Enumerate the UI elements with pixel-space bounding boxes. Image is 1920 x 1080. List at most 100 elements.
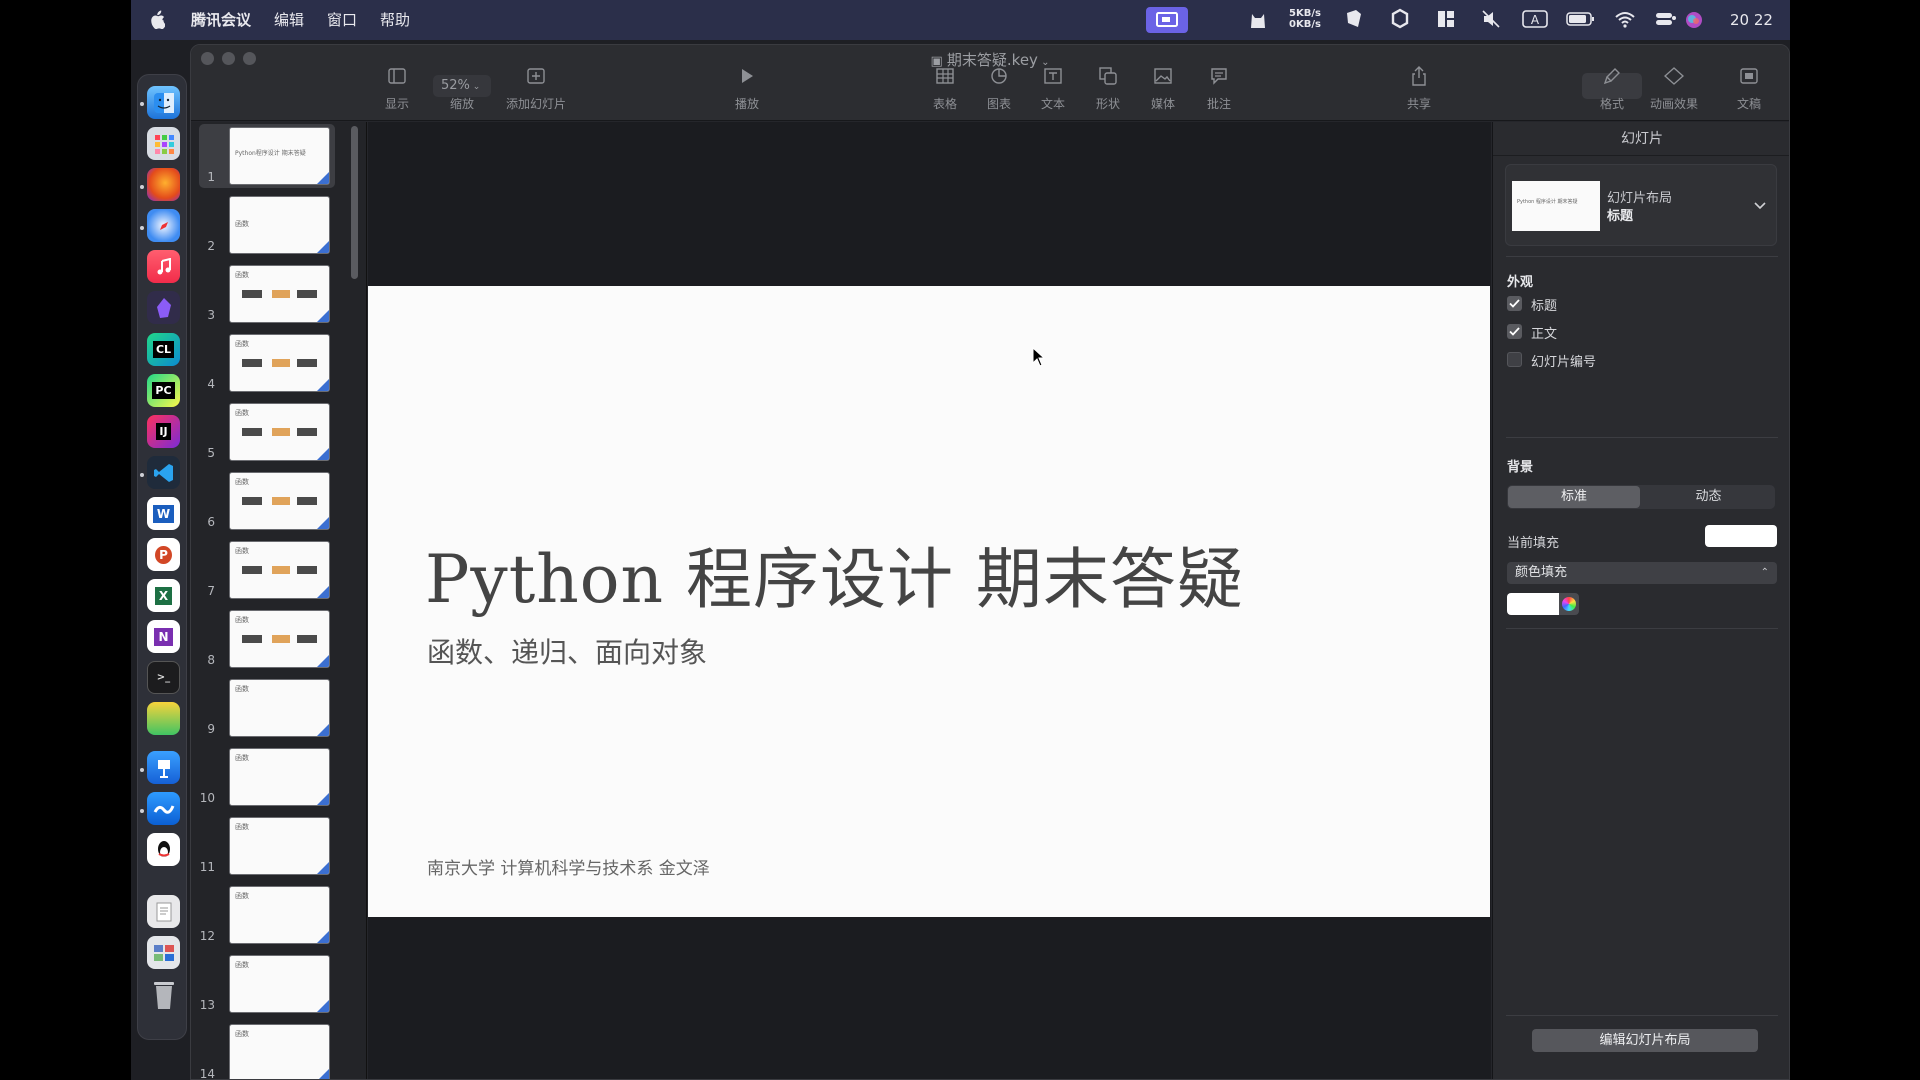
slide-thumbnail[interactable]: 1 Python程序设计 期末答疑 <box>199 124 335 188</box>
powerpoint-icon[interactable]: P <box>147 538 180 571</box>
slide-preview: 函数 <box>229 472 330 530</box>
slide-number: 2 <box>207 239 215 253</box>
slide-thumbnail[interactable]: 12 函数 <box>199 883 335 947</box>
current-fill-swatch[interactable] <box>1705 525 1777 547</box>
keynote-window: ▣ 期末答疑.key ⌄ 显示 52% ⌄ 缩放 添加幻灯片 播放 表格 图表 … <box>190 44 1790 1080</box>
pycharm-icon[interactable]: PC <box>147 374 180 407</box>
document-button[interactable]: 文稿 <box>1714 63 1784 112</box>
slide-preview-title: 函数 <box>235 754 249 762</box>
slide-title[interactable]: Python 程序设计 期末答疑 <box>425 526 1244 622</box>
color-wheel-icon[interactable] <box>1559 593 1579 615</box>
layout-app-icon[interactable] <box>1437 8 1455 32</box>
view-button[interactable]: 显示 <box>367 63 427 112</box>
inspector-tab-slide[interactable]: 幻灯片 <box>1493 122 1789 156</box>
battery-icon[interactable] <box>1566 8 1596 32</box>
share-button[interactable]: 共享 <box>1389 63 1449 112</box>
slide-thumbnail[interactable]: 5 函数 <box>199 400 335 464</box>
slide-thumbnail[interactable]: 9 函数 <box>199 676 335 740</box>
comment-button[interactable]: 批注 <box>1189 63 1249 112</box>
tencent-meeting-icon[interactable] <box>147 792 180 825</box>
shape-button[interactable]: 形状 <box>1078 63 1138 112</box>
slide-thumbnail[interactable]: 10 函数 <box>199 745 335 809</box>
menu-window[interactable]: 窗口 <box>327 10 357 30</box>
vscode-icon[interactable] <box>147 456 180 489</box>
hexagon-app-icon[interactable] <box>1391 8 1409 32</box>
menu-help[interactable]: 帮助 <box>380 10 410 30</box>
slide[interactable]: Python 程序设计 期末答疑 函数、递归、面向对象 南京大学 计算机科学与技… <box>368 286 1490 917</box>
finder-icon[interactable] <box>147 86 180 119</box>
bg-standard-tab[interactable]: 标准 <box>1508 486 1640 508</box>
chart-button[interactable]: 图表 <box>969 63 1029 112</box>
bg-dynamic-tab[interactable]: 动态 <box>1643 486 1774 508</box>
add-slide-button[interactable]: 添加幻灯片 <box>496 63 576 112</box>
slide-preview-title: 函数 <box>235 1030 249 1038</box>
media-button[interactable]: 媒体 <box>1133 63 1193 112</box>
edit-slide-layout-button[interactable]: 编辑幻灯片布局 <box>1532 1029 1758 1052</box>
keynote-icon[interactable] <box>147 751 180 784</box>
color-well[interactable] <box>1507 593 1559 615</box>
slide-thumbnail[interactable]: 14 函数 <box>199 1021 335 1079</box>
slide-preview-title: 函数 <box>235 823 249 831</box>
animate-button[interactable]: 动画效果 <box>1639 63 1709 112</box>
slide-layout-picker[interactable]: Python 程序设计 期末答疑 幻灯片布局 标题 <box>1505 164 1777 246</box>
qq-icon[interactable] <box>147 833 180 866</box>
clion-icon[interactable]: CL <box>147 333 180 366</box>
slide-number-checkbox[interactable] <box>1507 352 1522 367</box>
slide-thumbnail[interactable]: 13 函数 <box>199 952 335 1016</box>
siri-icon[interactable] <box>1684 10 1704 34</box>
table-button[interactable]: 表格 <box>915 63 975 112</box>
slide-thumbnail[interactable]: 4 函数 <box>199 331 335 395</box>
slide-thumbnail[interactable]: 8 函数 <box>199 607 335 671</box>
intellij-icon[interactable]: IJ <box>147 415 180 448</box>
text-button[interactable]: 文本 <box>1023 63 1083 112</box>
input-method-icon[interactable]: A <box>1522 8 1548 32</box>
wifi-icon[interactable] <box>1614 8 1636 32</box>
slide-thumbnail[interactable]: 2 函数 <box>199 193 335 257</box>
slide-thumbnail[interactable]: 3 函数 <box>199 262 335 326</box>
obsidian-icon[interactable] <box>147 291 180 324</box>
title-checkbox[interactable] <box>1507 296 1522 311</box>
play-icon <box>742 69 753 83</box>
slide-thumbnail[interactable]: 7 函数 <box>199 538 335 602</box>
slide-number: 10 <box>199 791 215 805</box>
document-icon[interactable] <box>147 895 180 928</box>
chevron-down-icon[interactable] <box>1754 195 1766 214</box>
running-indicator <box>140 226 144 230</box>
clock[interactable]: 20 22 <box>1730 10 1773 30</box>
launchpad-icon[interactable] <box>147 127 180 160</box>
menu-edit[interactable]: 编辑 <box>274 10 304 30</box>
cat-icon[interactable] <box>1247 8 1269 32</box>
share-icon <box>1412 66 1426 86</box>
control-center-icon[interactable] <box>1654 8 1678 32</box>
shield-app-icon[interactable] <box>1344 8 1364 32</box>
safari-icon[interactable] <box>147 209 180 242</box>
apple-menu-icon[interactable] <box>149 10 166 34</box>
firefox-icon[interactable] <box>147 168 180 201</box>
terminal-icon[interactable]: >_ <box>147 661 180 694</box>
music-icon[interactable] <box>147 250 180 283</box>
onenote-icon[interactable]: N <box>147 620 180 653</box>
slide-thumbnail[interactable]: 6 函数 <box>199 469 335 533</box>
play-button[interactable]: 播放 <box>717 63 777 112</box>
word-icon[interactable]: W <box>147 497 180 530</box>
slide-preview: 函数 <box>229 817 330 875</box>
excel-icon[interactable]: X <box>147 579 180 612</box>
photos-app-icon[interactable] <box>147 702 180 735</box>
screen-share-icon[interactable] <box>1146 7 1188 33</box>
layout-thumbnail: Python 程序设计 期末答疑 <box>1512 181 1600 231</box>
slide-preview-diagram <box>242 497 317 505</box>
slide-thumbnail[interactable]: 11 函数 <box>199 814 335 878</box>
fill-type-select[interactable]: 颜色填充 ⌃ <box>1507 562 1777 584</box>
body-checkbox[interactable] <box>1507 324 1522 339</box>
trash-icon[interactable] <box>147 978 180 1011</box>
mute-icon[interactable] <box>1481 8 1501 32</box>
format-button[interactable]: 格式 <box>1582 63 1642 112</box>
slide-subtitle[interactable]: 函数、递归、面向对象 <box>427 631 707 671</box>
slide-author[interactable]: 南京大学 计算机科学与技术系 金文泽 <box>427 854 710 879</box>
navigator-scrollbar[interactable] <box>351 126 358 279</box>
paintbrush-icon <box>1603 68 1620 85</box>
downloads-stack-icon[interactable] <box>147 936 180 969</box>
slide-preview-title: 函数 <box>235 892 249 900</box>
menu-app-name[interactable]: 腾讯会议 <box>191 10 251 30</box>
shape-icon <box>1099 67 1117 85</box>
